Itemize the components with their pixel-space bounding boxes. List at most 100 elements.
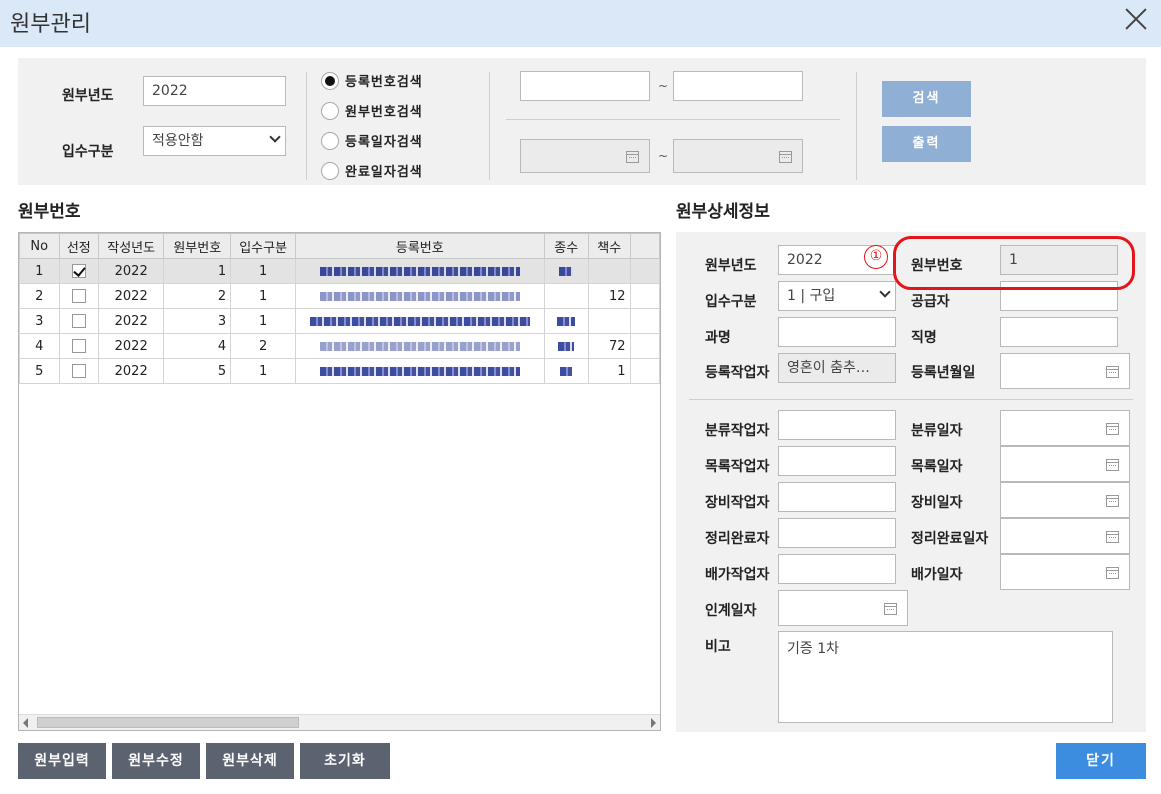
calendar-icon[interactable] — [1106, 459, 1119, 471]
reg-date-input[interactable] — [1000, 353, 1130, 389]
ledger-delete-button[interactable]: 원부삭제 — [206, 743, 294, 779]
date-from-input[interactable] — [520, 139, 650, 173]
table-row[interactable]: 2 2022 2 1 12 — [19, 283, 660, 309]
cell-select[interactable] — [58, 333, 100, 359]
ledger-input-button[interactable]: 원부입력 — [18, 743, 106, 779]
print-button[interactable]: 출력 — [882, 126, 971, 162]
reset-button[interactable]: 초기화 — [300, 743, 390, 779]
calendar-icon[interactable] — [1106, 531, 1119, 543]
checkbox-checked-icon[interactable] — [71, 264, 86, 278]
cell-select[interactable] — [58, 283, 100, 309]
shelf-worker-input[interactable] — [778, 554, 896, 584]
cell-intake: 2 — [230, 333, 297, 359]
radio-ledger-number[interactable]: 원부번호검색 — [321, 101, 423, 120]
class-worker-input[interactable] — [778, 410, 896, 440]
redacted-block — [558, 341, 575, 351]
range-from-input[interactable] — [520, 71, 650, 101]
close-button[interactable]: 닫기 — [1056, 743, 1146, 779]
cell-number: 2 — [163, 283, 232, 309]
column-header[interactable]: 선정 — [58, 233, 100, 259]
table-row[interactable]: 3 2022 3 1 — [19, 308, 660, 334]
cell-intake: 1 — [230, 358, 297, 384]
list-section-title: 원부번호 — [18, 202, 81, 222]
remark-textarea[interactable]: 기증 1차 — [778, 631, 1113, 723]
cell-reg-number — [295, 333, 545, 359]
table-row[interactable]: 1 2022 1 1 — [19, 258, 660, 284]
scroll-right-icon[interactable] — [651, 718, 656, 728]
radio-reg-date[interactable]: 등록일자검색 — [321, 131, 423, 150]
ledger-table: No 선정 작성년도 원부번호 입수구분 등록번호 종수 책수 1 2022 1… — [19, 233, 660, 384]
cell-extra — [629, 308, 660, 334]
detail-intake-value: 1 | 구입 — [787, 288, 836, 304]
column-header[interactable]: 종수 — [543, 233, 589, 259]
cell-intake: 1 — [230, 283, 297, 309]
radio-reg-number[interactable]: 등록번호검색 — [321, 71, 423, 90]
equip-worker-input[interactable] — [778, 482, 896, 512]
radio-done-date[interactable]: 완료일자검색 — [321, 161, 423, 180]
column-header[interactable]: 작성년도 — [98, 233, 165, 259]
column-header[interactable]: 책수 — [587, 233, 631, 259]
position-input[interactable] — [1000, 317, 1118, 347]
catalog-worker-input[interactable] — [778, 446, 896, 476]
redacted-block — [557, 316, 576, 326]
done-date-label: 정리완료일자 — [911, 531, 989, 547]
close-icon[interactable] — [1123, 6, 1149, 32]
shelf-date-input[interactable] — [1000, 554, 1130, 590]
table-row[interactable]: 4 2022 4 2 72 — [19, 333, 660, 359]
date-to-input[interactable] — [673, 139, 803, 173]
checkbox-unchecked-icon[interactable] — [71, 289, 86, 303]
divider — [689, 399, 1133, 400]
column-header[interactable]: No — [19, 233, 60, 259]
reg-date-label: 등록년월일 — [911, 365, 976, 381]
cell-select[interactable] — [58, 258, 100, 284]
catalog-date-input[interactable] — [1000, 446, 1130, 482]
range-to-input[interactable] — [673, 71, 803, 101]
calendar-icon[interactable] — [779, 151, 792, 163]
scroll-thumb[interactable] — [37, 717, 299, 728]
radio-ledger-number-label: 원부번호검색 — [345, 105, 423, 120]
ledger-edit-button[interactable]: 원부수정 — [112, 743, 200, 779]
column-header[interactable]: 등록번호 — [295, 233, 545, 259]
search-intake-select[interactable]: 적용안함 — [143, 126, 286, 156]
table-row[interactable]: 5 2022 5 1 1 — [19, 358, 660, 384]
search-intake-value: 적용안함 — [152, 133, 204, 149]
detail-number-input[interactable]: 1 — [1000, 245, 1118, 275]
calendar-icon[interactable] — [1106, 366, 1119, 378]
divider — [856, 72, 857, 180]
calendar-icon[interactable] — [1106, 423, 1119, 435]
position-label: 직명 — [911, 330, 937, 346]
done-date-input[interactable] — [1000, 518, 1130, 554]
transfer-date-input[interactable] — [778, 590, 908, 626]
radio-unselected-icon — [321, 101, 339, 120]
radio-reg-date-label: 등록일자검색 — [345, 135, 423, 150]
search-year-input[interactable]: 2022 — [143, 76, 286, 106]
supplier-input[interactable] — [1000, 281, 1118, 311]
radio-unselected-icon — [321, 161, 339, 180]
checkbox-unchecked-icon[interactable] — [71, 314, 86, 328]
column-header[interactable]: 원부번호 — [163, 233, 232, 259]
course-input[interactable] — [778, 317, 896, 347]
checkbox-unchecked-icon[interactable] — [71, 364, 86, 378]
chevron-down-icon — [879, 286, 891, 298]
detail-intake-select[interactable]: 1 | 구입 — [778, 281, 896, 311]
calendar-icon[interactable] — [1106, 495, 1119, 507]
calendar-icon[interactable] — [626, 151, 639, 163]
cell-select[interactable] — [58, 358, 100, 384]
horizontal-scrollbar[interactable] — [19, 714, 660, 730]
equip-date-input[interactable] — [1000, 482, 1130, 518]
calendar-icon[interactable] — [884, 603, 897, 615]
reg-worker-input[interactable]: 영혼이 춤추… — [778, 353, 896, 383]
calendar-icon[interactable] — [1106, 567, 1119, 579]
detail-intake-label: 입수구분 — [705, 294, 757, 310]
scroll-left-icon[interactable] — [23, 718, 28, 728]
cell-count — [543, 283, 589, 309]
table-header-row: No 선정 작성년도 원부번호 입수구분 등록번호 종수 책수 — [19, 233, 660, 259]
column-header[interactable]: 입수구분 — [230, 233, 297, 259]
checkbox-unchecked-icon[interactable] — [71, 339, 86, 353]
shelf-worker-label: 배가작업자 — [705, 567, 770, 583]
done-worker-input[interactable] — [778, 518, 896, 548]
cell-select[interactable] — [58, 308, 100, 334]
search-button[interactable]: 검색 — [882, 81, 971, 117]
class-date-input[interactable] — [1000, 410, 1130, 446]
cell-extra — [629, 358, 660, 384]
